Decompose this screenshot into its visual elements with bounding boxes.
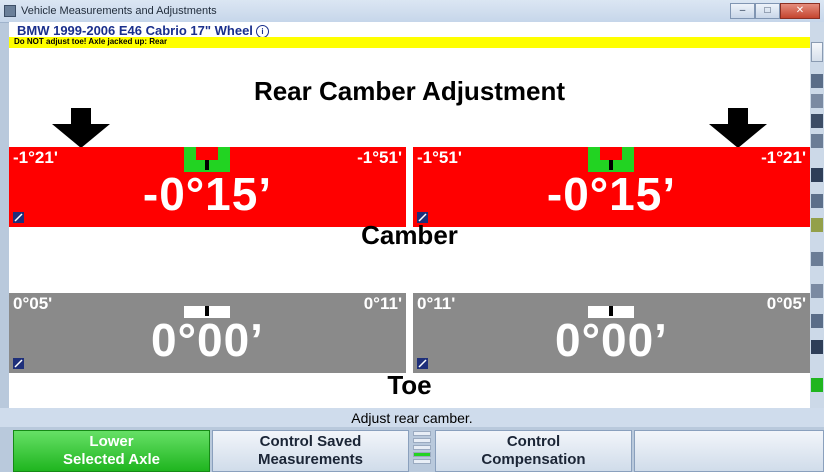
min-limit: -1°51'	[417, 148, 462, 167]
gauge-notch	[184, 135, 230, 147]
max-limit: -1°21'	[761, 148, 806, 167]
close-button[interactable]: ✕	[780, 3, 820, 19]
window-controls: – □ ✕	[730, 3, 820, 19]
vehicle-title: BMW 1999-2006 E46 Cabrio 17" Wheel i	[17, 23, 269, 38]
edit-icon[interactable]	[417, 358, 428, 369]
control-compensation-button[interactable]: Control Compensation	[435, 430, 632, 472]
lower-selected-axle-button[interactable]: Lower Selected Axle	[13, 430, 210, 472]
status-bar: Adjust rear camber.	[0, 408, 824, 427]
status-text: Adjust rear camber.	[351, 410, 473, 426]
toe-right-gauge: 0°11' 0°05' 0°00’	[413, 281, 810, 373]
min-limit: 0°11'	[417, 294, 456, 313]
button-line-1: Control Saved	[259, 433, 362, 450]
wheel-icon[interactable]	[811, 114, 823, 128]
tool-icon[interactable]	[811, 74, 823, 88]
toe-left-value: 0°00’	[151, 314, 264, 366]
camber-left-value: -0°15’	[142, 168, 273, 220]
target-right	[622, 293, 634, 306]
vehicle-bar: BMW 1999-2006 E46 Cabrio 17" Wheel i	[9, 22, 810, 38]
tool-icon[interactable]	[811, 252, 823, 266]
tool-icon[interactable]	[811, 378, 823, 392]
button-line-1: Control	[506, 433, 561, 450]
button-line-2: Selected Axle	[63, 451, 160, 468]
undo-icon[interactable]	[811, 340, 823, 354]
function-key-bar: Lower Selected Axle Control Saved Measur…	[0, 427, 824, 472]
meter-segment	[413, 431, 431, 436]
side-tool-button[interactable]	[811, 42, 823, 62]
meter-segment	[413, 445, 431, 450]
toe-heading: Toe	[387, 370, 432, 400]
edit-icon[interactable]	[13, 358, 24, 369]
camber-right-value: -0°15’	[546, 168, 677, 220]
target-left	[184, 293, 196, 306]
camber-heading: Camber	[361, 220, 458, 250]
window-title: Vehicle Measurements and Adjustments	[21, 5, 217, 17]
tool-icon[interactable]	[811, 194, 823, 208]
meter-segment	[413, 438, 431, 443]
tool-icon[interactable]	[811, 134, 823, 148]
level-meter-icon	[411, 427, 433, 472]
vehicle-title-text: BMW 1999-2006 E46 Cabrio 17" Wheel	[17, 23, 253, 38]
meter-segment	[413, 452, 431, 457]
max-limit: 0°05'	[766, 294, 806, 313]
tool-icon[interactable]	[811, 94, 823, 108]
camber-right-gauge: -1°51' -1°21' -0°15’	[413, 135, 810, 227]
tool-icon[interactable]	[811, 314, 823, 328]
app-icon	[4, 5, 16, 17]
side-toolbar	[810, 22, 824, 408]
min-limit: 0°05'	[13, 294, 53, 313]
minimize-button[interactable]: –	[730, 3, 755, 19]
control-saved-measurements-button[interactable]: Control Saved Measurements	[212, 430, 409, 472]
camber-left-gauge: -1°21' -1°51' -0°15’	[9, 135, 406, 227]
max-limit: 0°11'	[363, 294, 402, 313]
gauge-notch	[588, 281, 634, 293]
maximize-button[interactable]: □	[755, 3, 780, 19]
max-limit: -1°51'	[357, 148, 402, 167]
meter-segment	[413, 459, 431, 464]
min-limit: -1°21'	[13, 148, 58, 167]
button-line-2: Measurements	[257, 451, 364, 468]
tool-icon[interactable]	[811, 284, 823, 298]
warning-text: Do NOT adjust toe! Axle jacked up: Rear	[14, 37, 168, 46]
tool-icon[interactable]	[811, 218, 823, 232]
warning-bar: Do NOT adjust toe! Axle jacked up: Rear	[9, 37, 810, 48]
target-left	[588, 147, 600, 160]
target-right	[622, 147, 634, 160]
undo-icon[interactable]	[811, 168, 823, 182]
target-left	[588, 293, 600, 306]
gauge-notch	[588, 135, 634, 147]
target-right	[218, 293, 230, 306]
toe-right-value: 0°00’	[555, 314, 668, 366]
page-title: Rear Camber Adjustment	[253, 76, 566, 106]
target-left	[184, 147, 196, 160]
measurement-panel: Rear Camber Adjustment -1°21' -1°51' -0°…	[9, 48, 810, 408]
button-line-1: Lower	[89, 433, 134, 450]
toe-left-gauge: 0°05' 0°11' 0°00’	[9, 281, 406, 373]
button-line-2: Compensation	[481, 451, 586, 468]
target-right	[218, 147, 230, 160]
empty-function-key[interactable]	[634, 430, 824, 472]
window-titlebar: Vehicle Measurements and Adjustments – □…	[0, 0, 824, 23]
gauge-notch	[184, 281, 230, 293]
